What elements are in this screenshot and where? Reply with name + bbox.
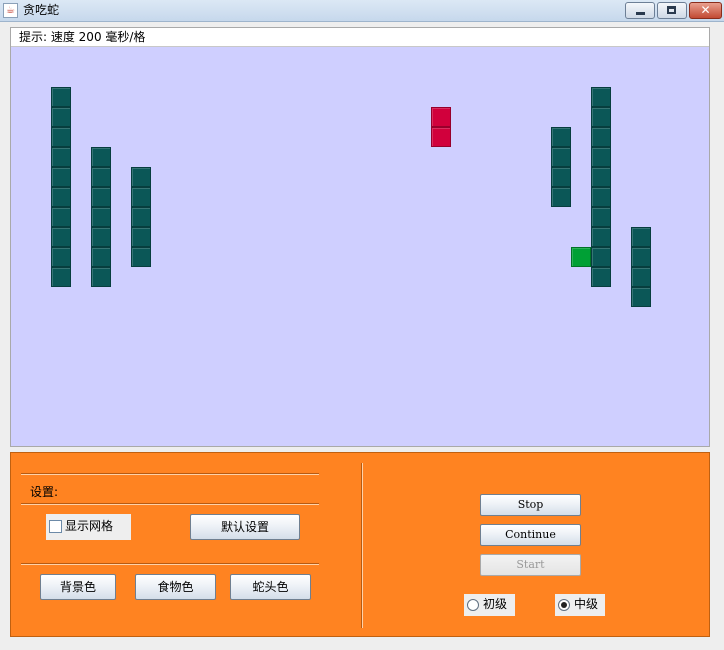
wall-block	[591, 167, 611, 187]
wall-block	[631, 267, 651, 287]
wall-block	[591, 147, 611, 167]
wall-block	[131, 167, 151, 187]
wall-block	[51, 247, 71, 267]
show-grid-checkbox[interactable]: 显示网格	[46, 514, 131, 540]
wall-block	[591, 267, 611, 287]
level-beginner-radio[interactable]: 初级	[464, 594, 515, 616]
wall-block	[591, 247, 611, 267]
wall-block	[91, 167, 111, 187]
wall-block	[51, 167, 71, 187]
close-icon: ✕	[700, 3, 711, 17]
divider	[21, 563, 319, 565]
wall-block	[551, 147, 571, 167]
wall-block	[91, 227, 111, 247]
wall-block	[631, 247, 651, 267]
wall-block	[591, 207, 611, 227]
wall-block	[131, 207, 151, 227]
hint-bar: 提示: 速度 200 毫秒/格	[11, 28, 709, 47]
head-color-button[interactable]: 蛇头色	[230, 574, 311, 600]
wall-block	[591, 127, 611, 147]
radio-selected-icon[interactable]	[558, 599, 570, 611]
wall-block	[131, 247, 151, 267]
wall-block	[91, 207, 111, 227]
wall-block	[131, 227, 151, 247]
window-title: 贪吃蛇	[23, 3, 60, 17]
wall-block	[51, 267, 71, 287]
start-button[interactable]: Start	[480, 554, 581, 576]
wall-block	[591, 107, 611, 127]
food-color-button[interactable]: 食物色	[135, 574, 216, 600]
maximize-icon	[667, 6, 676, 14]
wall-block	[51, 227, 71, 247]
wall-block	[131, 187, 151, 207]
wall-block	[91, 147, 111, 167]
control-panel: 设置: 显示网格 默认设置 背景色 食物色 蛇头色 Stop Continue …	[10, 452, 710, 637]
wall-block	[551, 127, 571, 147]
wall-block	[91, 187, 111, 207]
minimize-icon	[636, 12, 645, 15]
wall-block	[631, 287, 651, 307]
food-block	[431, 127, 451, 147]
wall-block	[551, 167, 571, 187]
speed-hint: 提示: 速度 200 毫秒/格	[19, 30, 146, 44]
wall-block	[51, 187, 71, 207]
food-block	[431, 107, 451, 127]
wall-block	[51, 87, 71, 107]
checkbox-icon[interactable]	[49, 520, 62, 533]
show-grid-label: 显示网格	[65, 519, 114, 533]
wall-block	[51, 207, 71, 227]
close-button[interactable]: ✕	[689, 2, 722, 19]
java-cup-icon[interactable]: ☕	[3, 3, 18, 18]
wall-block	[551, 187, 571, 207]
game-board[interactable]	[11, 47, 709, 446]
game-panel: 提示: 速度 200 毫秒/格	[10, 27, 710, 447]
background-color-button[interactable]: 背景色	[40, 574, 116, 600]
maximize-button[interactable]	[657, 2, 687, 19]
minimize-button[interactable]	[625, 2, 655, 19]
vertical-divider	[361, 463, 363, 628]
level-intermediate-label: 中级	[574, 597, 599, 611]
wall-block	[91, 267, 111, 287]
divider	[21, 503, 319, 505]
wall-block	[51, 107, 71, 127]
wall-block	[51, 127, 71, 147]
wall-block	[631, 227, 651, 247]
wall-block	[91, 247, 111, 267]
wall-block	[591, 187, 611, 207]
level-intermediate-radio[interactable]: 中级	[555, 594, 605, 616]
wall-block	[591, 87, 611, 107]
title-bar: ☕ 贪吃蛇 ✕	[0, 0, 724, 22]
radio-unselected-icon[interactable]	[467, 599, 479, 611]
wall-block	[51, 147, 71, 167]
default-settings-button[interactable]: 默认设置	[190, 514, 300, 540]
snake-head	[571, 247, 591, 267]
wall-block	[591, 227, 611, 247]
level-beginner-label: 初级	[483, 597, 508, 611]
settings-label: 设置:	[30, 485, 59, 499]
divider	[21, 473, 319, 475]
stop-button[interactable]: Stop	[480, 494, 581, 516]
continue-button[interactable]: Continue	[480, 524, 581, 546]
